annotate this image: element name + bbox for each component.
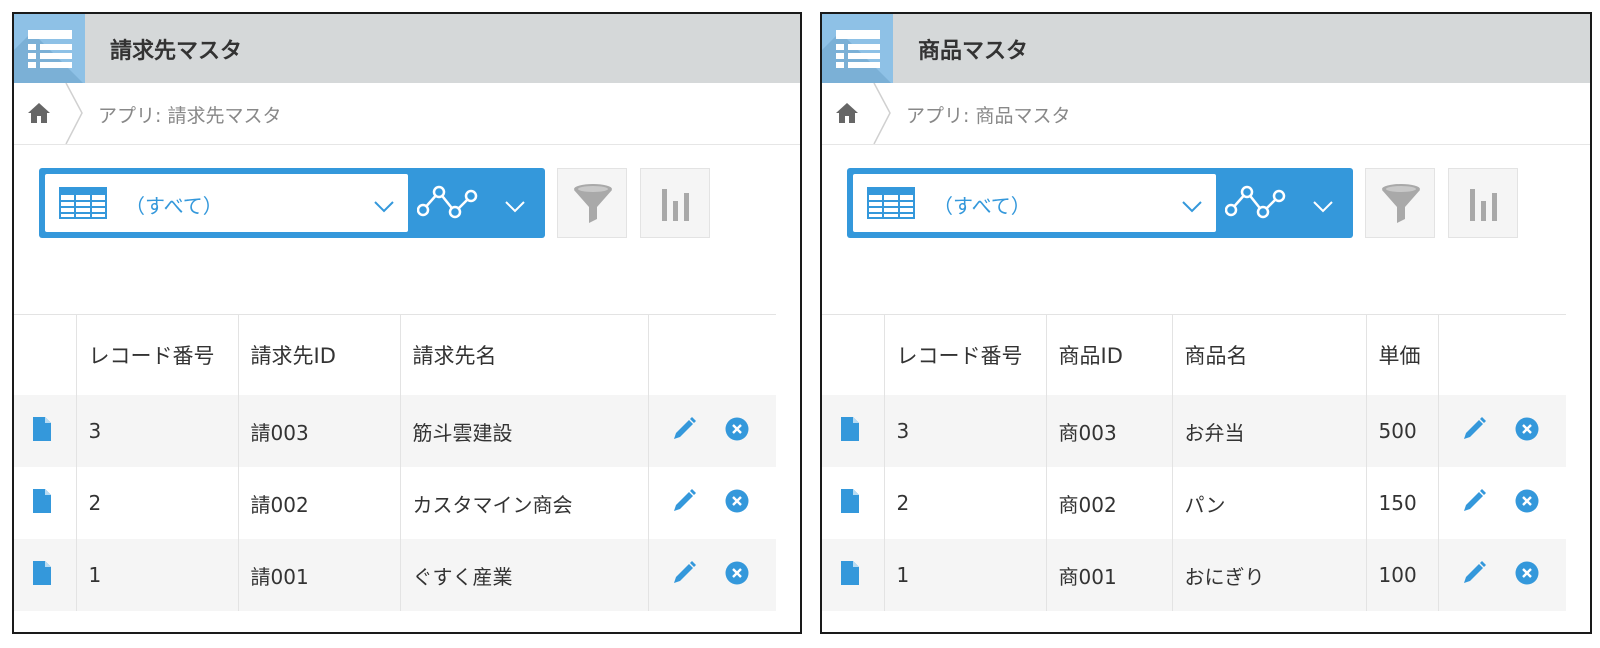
- view-selector-label: （すべて）: [933, 194, 1031, 218]
- column-header[interactable]: 単価: [1365, 314, 1438, 395]
- column-header[interactable]: 商品ID: [1045, 314, 1172, 395]
- breadcrumb-app-link[interactable]: アプリ: 請求先マスタ: [98, 101, 281, 128]
- breadcrumb-separator: [872, 82, 892, 148]
- cell-name: おにぎり: [1171, 539, 1366, 611]
- breadcrumb-app-link[interactable]: アプリ: 商品マスタ: [906, 101, 1070, 128]
- home-icon[interactable]: [836, 103, 858, 127]
- pencil-icon[interactable]: [1461, 416, 1487, 447]
- filter-button[interactable]: [557, 168, 627, 238]
- breadcrumb-separator: [64, 82, 84, 148]
- table-header: レコード番号 請求先ID 請求先名: [14, 314, 776, 395]
- close-circle-icon[interactable]: [1515, 489, 1539, 518]
- cell-record-number: 3: [75, 395, 238, 467]
- document-icon[interactable]: [841, 416, 884, 446]
- cell-name: 筋斗雲建設: [399, 395, 648, 467]
- chevron-down-icon: [374, 198, 394, 217]
- filter-button[interactable]: [1365, 168, 1435, 238]
- document-icon[interactable]: [33, 488, 76, 518]
- cell-record-number: 2: [883, 467, 1046, 539]
- close-circle-icon[interactable]: [1515, 561, 1539, 590]
- graph-button[interactable]: [1448, 168, 1518, 238]
- pencil-icon[interactable]: [671, 416, 697, 447]
- document-icon[interactable]: [841, 560, 884, 590]
- breadcrumb: アプリ: 商品マスタ: [822, 82, 1590, 148]
- breadcrumb: アプリ: 請求先マスタ: [14, 82, 800, 148]
- table-header: レコード番号 商品ID 商品名 単価: [822, 314, 1566, 395]
- records-table: レコード番号 請求先ID 請求先名 3 請003 筋斗雲建設 2 請002 カス…: [14, 314, 776, 611]
- document-icon[interactable]: [33, 560, 76, 590]
- close-circle-icon[interactable]: [1515, 417, 1539, 446]
- view-toolbar: （すべて）: [847, 168, 1353, 238]
- table-row: 1 請001 ぐすく産業: [14, 539, 776, 611]
- cell-id: 商001: [1045, 539, 1172, 611]
- cell-record-number: 3: [883, 395, 1046, 467]
- graph-button[interactable]: [640, 168, 710, 238]
- graph-icon[interactable]: [1224, 182, 1287, 226]
- document-icon[interactable]: [33, 416, 76, 446]
- cell-id: 請003: [237, 395, 400, 467]
- column-header[interactable]: 商品名: [1171, 314, 1366, 395]
- table-row: 2 請002 カスタマイン商会: [14, 467, 776, 539]
- app-header: 商品マスタ: [822, 14, 1590, 83]
- chevron-down-icon[interactable]: [1313, 198, 1333, 217]
- cell-record-number: 1: [75, 539, 238, 611]
- pencil-icon[interactable]: [671, 560, 697, 591]
- column-header[interactable]: レコード番号: [883, 314, 1046, 395]
- table-row: 3 請003 筋斗雲建設: [14, 395, 776, 467]
- close-circle-icon[interactable]: [725, 561, 749, 590]
- document-icon[interactable]: [841, 488, 884, 518]
- cell-name: ぐすく産業: [399, 539, 648, 611]
- app-panel-products: 商品マスタ アプリ: 商品マスタ （すべて） レコード番号 商品ID 商品名 単…: [820, 12, 1592, 634]
- cell-price: 150: [1365, 467, 1438, 539]
- table-grid-icon: [867, 187, 915, 223]
- close-circle-icon[interactable]: [725, 417, 749, 446]
- table-grid-icon: [59, 187, 107, 223]
- cell-name: パン: [1171, 467, 1366, 539]
- view-toolbar: （すべて）: [39, 168, 545, 238]
- home-icon[interactable]: [28, 103, 50, 127]
- column-header[interactable]: レコード番号: [75, 314, 238, 395]
- app-title: 請求先マスタ: [110, 39, 243, 64]
- cell-name: お弁当: [1171, 395, 1366, 467]
- cell-id: 商003: [1045, 395, 1172, 467]
- cell-name: カスタマイン商会: [399, 467, 648, 539]
- list-icon[interactable]: [14, 14, 85, 83]
- table-row: 2 商002 パン 150: [822, 467, 1566, 539]
- list-icon[interactable]: [822, 14, 893, 83]
- app-title: 商品マスタ: [918, 39, 1029, 64]
- view-selector[interactable]: （すべて）: [45, 174, 408, 232]
- cell-id: 請002: [237, 467, 400, 539]
- chevron-down-icon[interactable]: [505, 198, 525, 217]
- graph-icon[interactable]: [416, 182, 479, 226]
- cell-id: 請001: [237, 539, 400, 611]
- view-selector[interactable]: （すべて）: [853, 174, 1216, 232]
- cell-record-number: 2: [75, 467, 238, 539]
- cell-record-number: 1: [883, 539, 1046, 611]
- table-row: 1 商001 おにぎり 100: [822, 539, 1566, 611]
- close-circle-icon[interactable]: [725, 489, 749, 518]
- table-row: 3 商003 お弁当 500: [822, 395, 1566, 467]
- pencil-icon[interactable]: [1461, 488, 1487, 519]
- pencil-icon[interactable]: [1461, 560, 1487, 591]
- chevron-down-icon: [1182, 198, 1202, 217]
- cell-id: 商002: [1045, 467, 1172, 539]
- app-header: 請求先マスタ: [14, 14, 800, 83]
- cell-price: 100: [1365, 539, 1438, 611]
- view-selector-label: （すべて）: [125, 194, 223, 218]
- column-header[interactable]: 請求先ID: [237, 314, 400, 395]
- app-panel-billing: 請求先マスタ アプリ: 請求先マスタ （すべて） レコード番号 請求先ID 請求…: [12, 12, 802, 634]
- pencil-icon[interactable]: [671, 488, 697, 519]
- records-table: レコード番号 商品ID 商品名 単価 3 商003 お弁当 500 2 商002…: [822, 314, 1566, 611]
- column-header[interactable]: 請求先名: [399, 314, 648, 395]
- cell-price: 500: [1365, 395, 1438, 467]
